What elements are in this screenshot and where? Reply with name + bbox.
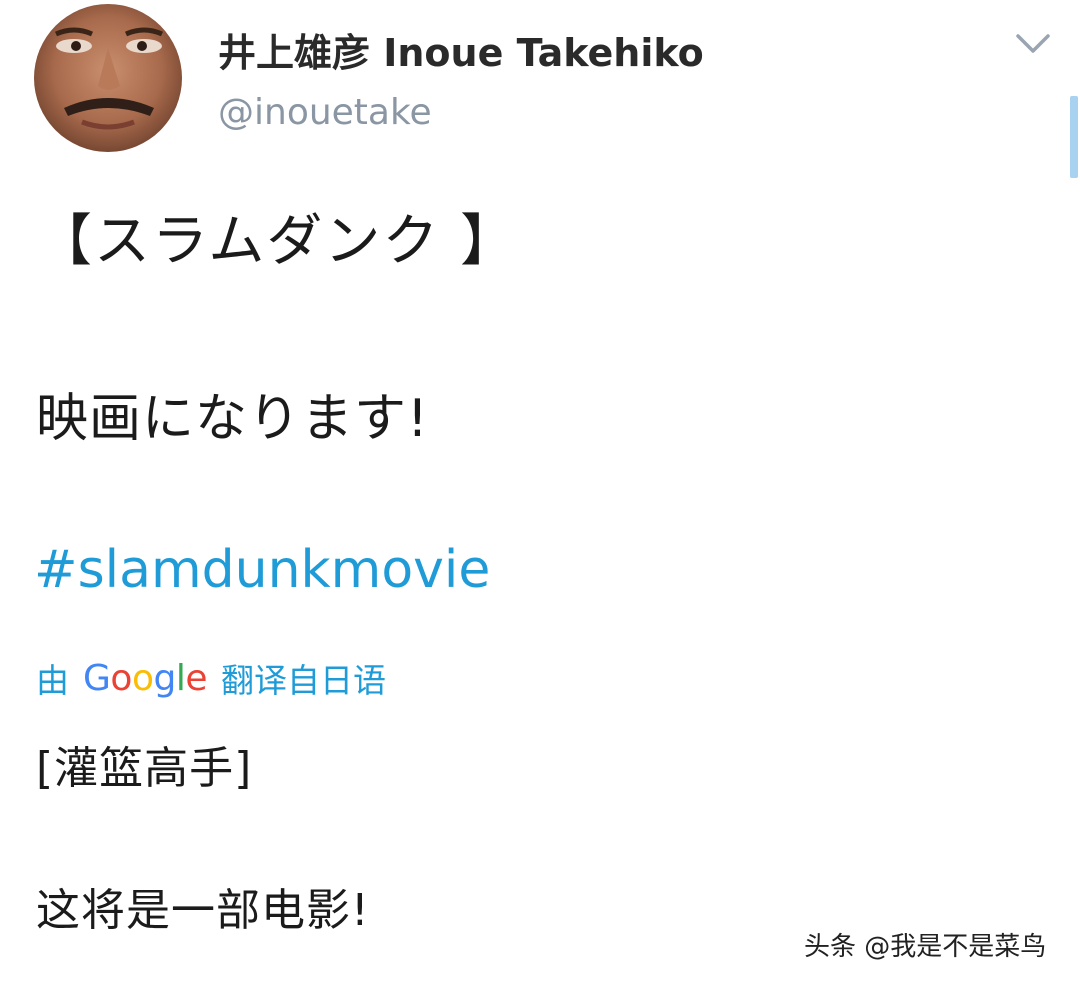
translated-title: [灌篮高手] — [36, 743, 253, 794]
tweet-text: 映画になります! — [36, 389, 429, 449]
google-logo-letter: G — [83, 657, 111, 699]
google-logo: Google — [83, 658, 207, 699]
avatar-image — [34, 4, 182, 152]
scrollbar-thumb[interactable] — [1070, 96, 1078, 178]
google-logo-letter: o — [110, 657, 132, 699]
google-logo-letter: l — [175, 657, 186, 699]
translation-suffix: 翻译自日语 — [221, 661, 386, 700]
tweet-title: 【スラムダンク 】 — [36, 209, 519, 274]
google-logo-letter: g — [153, 657, 176, 699]
hashtag-link[interactable]: #slamdunkmovie — [34, 540, 490, 600]
google-logo-letter: e — [185, 657, 207, 699]
translation-prefix: 由 — [36, 661, 69, 700]
translation-attribution[interactable]: 由 Google 翻译自日语 — [36, 656, 386, 701]
translated-text: 这将是一部电影! — [36, 885, 370, 936]
chevron-down-icon[interactable] — [1014, 32, 1052, 56]
google-logo-letter: o — [131, 657, 154, 699]
user-handle[interactable]: @inouetake — [218, 92, 432, 133]
display-name[interactable]: 井上雄彦 Inoue Takehiko — [218, 22, 704, 77]
watermark: 头条 @我是不是菜鸟 — [804, 932, 1047, 962]
avatar[interactable] — [34, 4, 182, 152]
